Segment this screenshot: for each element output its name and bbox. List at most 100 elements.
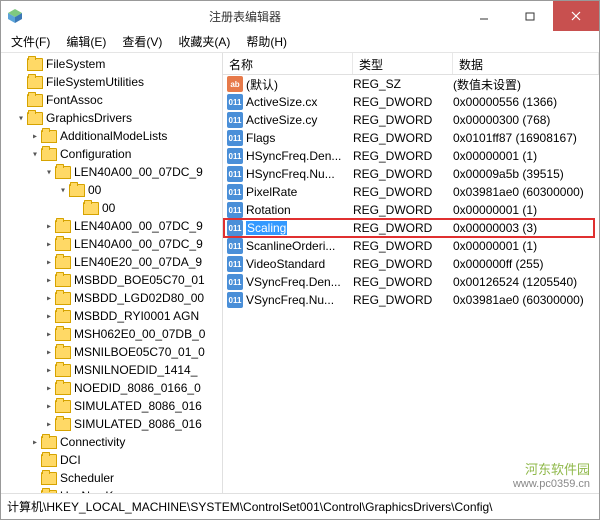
folder-icon [55,418,71,431]
tree-item[interactable]: FileSystemUtilities [1,73,222,91]
value-name: Scaling [246,221,287,235]
expander-icon[interactable]: ▾ [57,185,69,196]
dword-value-icon: 011 [227,184,243,200]
expander-icon[interactable]: ▸ [29,131,41,142]
minimize-button[interactable] [461,1,507,31]
value-name: ScanlineOrderi... [246,239,335,253]
dword-value-icon: 011 [227,166,243,182]
value-type: REG_DWORD [353,239,453,253]
expander-icon[interactable]: ▸ [43,293,55,304]
value-data: 0x00000001 (1) [453,203,599,217]
expander-icon[interactable]: ▸ [43,419,55,430]
tree-item[interactable]: ▸SIMULATED_8086_016 [1,415,222,433]
tree-label: NOEDID_8086_0166_0 [74,381,201,395]
tree-label: LEN40E20_00_07DA_9 [74,255,202,269]
folder-icon [55,292,71,305]
tree-label: LEN40A00_00_07DC_9 [74,237,203,251]
expander-icon[interactable]: ▾ [43,167,55,178]
tree-label: SIMULATED_8086_016 [74,399,202,413]
tree-panel[interactable]: FileSystemFileSystemUtilitiesFontAssoc▾G… [1,53,223,493]
expander-icon[interactable]: ▸ [43,275,55,286]
tree-item[interactable]: ▸MSNILNOEDID_1414_ [1,361,222,379]
close-button[interactable] [553,1,599,31]
tree-item[interactable]: ▸ LEN40E20_00_07DA_9 [1,253,222,271]
value-type: REG_SZ [353,77,453,91]
value-row[interactable]: 011RotationREG_DWORD0x00000001 (1) [223,201,599,219]
tree-item[interactable]: ▸ LEN40A00_00_07DC_9 [1,235,222,253]
dword-value-icon: 011 [227,148,243,164]
menu-edit[interactable]: 编辑(E) [58,31,114,52]
value-row[interactable]: 011FlagsREG_DWORD0x0101ff87 (16908167) [223,129,599,147]
value-row[interactable]: 011ActiveSize.cxREG_DWORD0x00000556 (136… [223,93,599,111]
tree-item[interactable]: ▾ Configuration [1,145,222,163]
value-row[interactable]: ab(默认)REG_SZ(数值未设置) [223,75,599,93]
tree-item[interactable]: DCI [1,451,222,469]
value-name: VideoStandard [246,257,325,271]
tree-item[interactable]: FileSystem [1,55,222,73]
tree-item[interactable]: ▸MSNILBOE05C70_01_0 [1,343,222,361]
tree-item[interactable]: ▸ NOEDID_8086_0166_0 [1,379,222,397]
tree-label: DCI [60,453,81,467]
value-row[interactable]: 011PixelRateREG_DWORD0x03981ae0 (6030000… [223,183,599,201]
value-type: REG_DWORD [353,257,453,271]
menu-file[interactable]: 文件(F) [3,31,58,52]
value-row[interactable]: 011HSyncFreq.Den...REG_DWORD0x00000001 (… [223,147,599,165]
tree-item[interactable]: FontAssoc [1,91,222,109]
expander-icon[interactable]: ▾ [15,113,27,124]
expander-icon[interactable]: ▸ [43,221,55,232]
dword-value-icon: 011 [227,112,243,128]
folder-icon [27,112,43,125]
col-header-name[interactable]: 名称 [223,53,353,74]
tree-item[interactable]: ▸LEN40A00_00_07DC_9 [1,217,222,235]
dword-value-icon: 011 [227,220,243,236]
col-header-type[interactable]: 类型 [353,53,453,74]
value-row[interactable]: 011ScanlineOrderi...REG_DWORD0x00000001 … [223,237,599,255]
expander-icon[interactable]: ▸ [43,347,55,358]
tree-item[interactable]: ▸MSBDD_BOE05C70_01 [1,271,222,289]
value-type: REG_DWORD [353,149,453,163]
value-row[interactable]: 011VideoStandardREG_DWORD0x000000ff (255… [223,255,599,273]
menu-favorites[interactable]: 收藏夹(A) [170,31,238,52]
value-data: 0x00000001 (1) [453,149,599,163]
value-name: Rotation [246,203,291,217]
expander-icon[interactable]: ▸ [43,311,55,322]
maximize-button[interactable] [507,1,553,31]
dword-value-icon: 011 [227,94,243,110]
tree-item[interactable]: ▸Connectivity [1,433,222,451]
dword-value-icon: 011 [227,274,243,290]
folder-icon [55,364,71,377]
menu-help[interactable]: 帮助(H) [238,31,295,52]
tree-item[interactable]: ▸AdditionalModeLists [1,127,222,145]
tree-item[interactable]: ▸ SIMULATED_8086_016 [1,397,222,415]
value-row[interactable]: 011VSyncFreq.Nu...REG_DWORD0x03981ae0 (6… [223,291,599,309]
value-type: REG_DWORD [353,293,453,307]
tree-label: Configuration [60,147,131,161]
tree-item[interactable]: ▸MSBDD_LGD02D80_00 [1,289,222,307]
tree-item[interactable]: ▸MSH062E0_00_07DB_0 [1,325,222,343]
col-header-data[interactable]: 数据 [453,53,599,74]
expander-icon[interactable]: ▸ [29,437,41,448]
expander-icon[interactable]: ▾ [29,149,41,160]
expander-icon[interactable]: ▸ [43,239,55,250]
tree-item[interactable]: Scheduler [1,469,222,487]
value-row[interactable]: 011ScalingREG_DWORD0x00000003 (3) [223,219,599,237]
tree-item[interactable]: ▸MSBDD_RYI0001 AGN [1,307,222,325]
menu-view[interactable]: 查看(V) [114,31,170,52]
expander-icon[interactable]: ▸ [43,329,55,340]
expander-icon[interactable]: ▸ [43,365,55,376]
folder-icon [55,346,71,359]
tree-item[interactable]: ▾00 [1,181,222,199]
folder-icon [41,436,57,449]
folder-icon [69,184,85,197]
value-row[interactable]: 011ActiveSize.cyREG_DWORD0x00000300 (768… [223,111,599,129]
tree-item[interactable]: ▾LEN40A00_00_07DC_9 [1,163,222,181]
value-type: REG_DWORD [353,131,453,145]
tree-item[interactable]: 00 [1,199,222,217]
expander-icon[interactable]: ▸ [43,383,55,394]
tree-item[interactable]: ▾GraphicsDrivers [1,109,222,127]
tree-item[interactable]: UseNewKey [1,487,222,493]
value-row[interactable]: 011HSyncFreq.Nu...REG_DWORD0x00009a5b (3… [223,165,599,183]
expander-icon[interactable]: ▸ [43,401,55,412]
value-row[interactable]: 011VSyncFreq.Den...REG_DWORD0x00126524 (… [223,273,599,291]
expander-icon[interactable]: ▸ [43,257,55,268]
